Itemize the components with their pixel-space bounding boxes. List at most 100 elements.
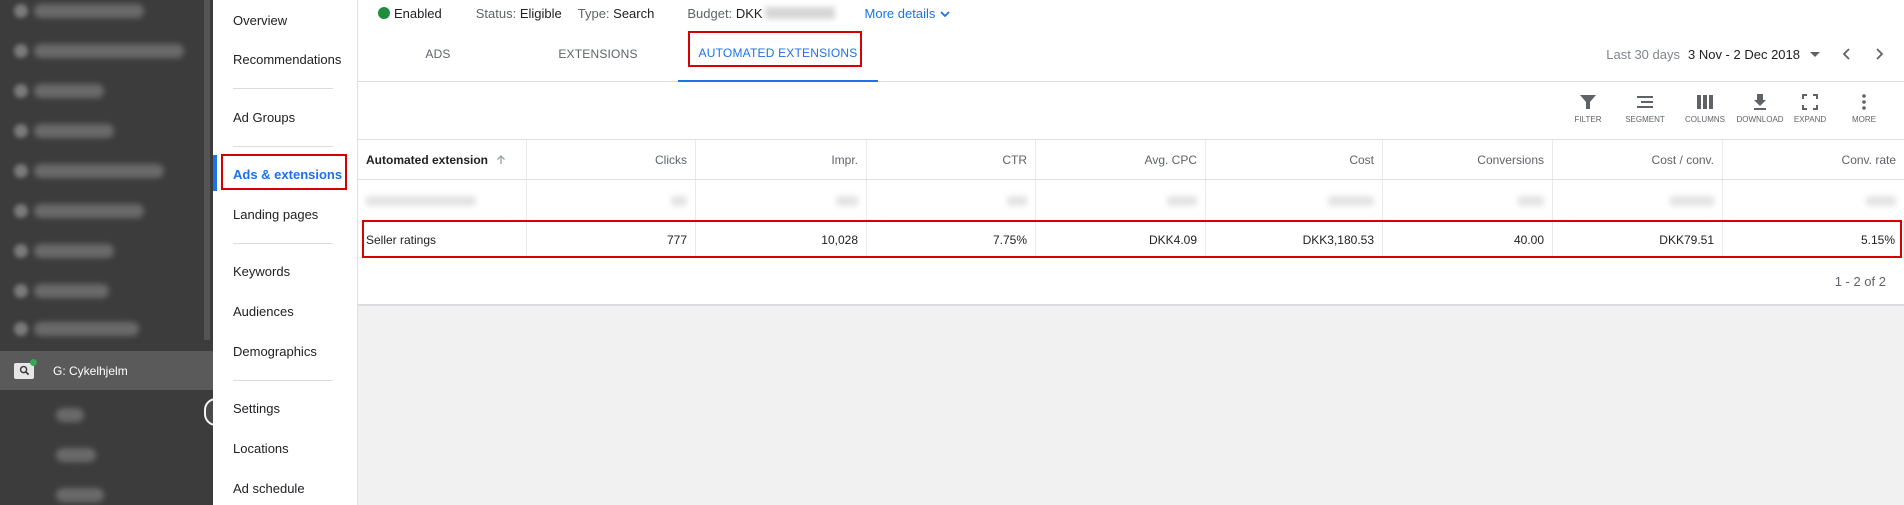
more-button[interactable]: MORE (1834, 92, 1894, 124)
page-menu-demographics[interactable]: Demographics (233, 344, 317, 359)
blurred-value (366, 195, 476, 206)
blurred-adgroup-item[interactable] (56, 448, 96, 462)
page-menu-audiences[interactable]: Audiences (233, 304, 294, 319)
blurred-campaign-item[interactable] (34, 124, 114, 138)
type-value: Search (613, 5, 655, 21)
date-range-picker[interactable]: Last 30 days 3 Nov - 2 Dec 2018 (1606, 26, 1904, 82)
page-menu-landing-pages[interactable]: Landing pages (233, 207, 318, 222)
column-header-automated-extension[interactable]: Automated extension (358, 140, 527, 179)
page-menu-locations[interactable]: Locations (233, 441, 289, 456)
column-header-conversions[interactable]: Conversions (1383, 140, 1553, 179)
table-pagination: 1 - 2 of 2 (358, 258, 1904, 306)
page-menu-keywords[interactable]: Keywords (233, 264, 290, 279)
tab-extensions[interactable]: EXTENSIONS (518, 26, 678, 82)
page-menu-ad-schedule[interactable]: Ad schedule (233, 481, 305, 496)
page-menu-settings[interactable]: Settings (233, 401, 280, 416)
enabled-dot-icon (378, 6, 390, 19)
column-header-ctr[interactable]: CTR (867, 140, 1036, 179)
type-info: Type: Search (578, 6, 655, 21)
automated-extensions-table: Automated extension Clicks Impr. CTR Avg… (358, 140, 1904, 306)
blurred-value (836, 195, 858, 206)
column-header-avg-cpc[interactable]: Avg. CPC (1036, 140, 1206, 179)
segment-label: SEGMENT (1625, 115, 1665, 124)
blurred-value (1670, 195, 1714, 206)
filter-icon (1580, 95, 1596, 109)
campaign-status-bar: Enabled Status: Eligible Type: Search Bu… (358, 0, 1904, 26)
page-menu-recommendations[interactable]: Recommendations (233, 52, 341, 67)
blurred-budget-amount (764, 6, 835, 19)
campaign-name: G: Cykelhjelm (53, 363, 128, 378)
table-row-blurred[interactable] (358, 180, 1904, 222)
column-header-impr[interactable]: Impr. (696, 140, 867, 179)
page-menu-ad-groups[interactable]: Ad Groups (233, 110, 295, 125)
segment-icon (1637, 96, 1653, 108)
date-range-label: Last 30 days (1606, 46, 1680, 62)
blurred-campaign-icon (14, 44, 28, 58)
sort-ascending-icon (497, 154, 505, 164)
download-icon (1754, 94, 1766, 110)
blurred-value (1866, 195, 1896, 206)
columns-button[interactable]: COLUMNS (1675, 92, 1735, 124)
blurred-campaign-item[interactable] (34, 44, 184, 58)
account-navigation: G: Cykelhjelm (0, 0, 213, 505)
filter-label: FILTER (1574, 115, 1602, 124)
active-indicator (213, 155, 217, 191)
status-info: Status: Eligible (476, 6, 562, 21)
next-period-icon[interactable] (1872, 47, 1886, 61)
status-label: Status: (475, 5, 517, 21)
blurred-adgroup-item[interactable] (56, 408, 84, 422)
campaign-item-selected[interactable]: G: Cykelhjelm (0, 351, 213, 390)
blurred-campaign-item[interactable] (34, 84, 104, 98)
table-header-row: Automated extension Clicks Impr. CTR Avg… (358, 140, 1904, 180)
search-campaign-icon (14, 358, 37, 379)
blurred-campaign-item[interactable] (34, 164, 164, 178)
blurred-cell (696, 180, 867, 221)
date-range-value: 3 Nov - 2 Dec 2018 (1687, 46, 1800, 62)
column-header-conv-rate[interactable]: Conv. rate (1723, 140, 1904, 179)
blurred-campaign-item[interactable] (34, 284, 109, 298)
menu-divider (233, 380, 333, 381)
blurred-cell (1723, 180, 1904, 221)
blurred-campaign-item[interactable] (34, 204, 144, 218)
blurred-campaign-icon (14, 124, 28, 138)
blurred-campaign-icon (14, 164, 28, 178)
blurred-value (1518, 195, 1544, 206)
dropdown-caret-icon[interactable] (1810, 51, 1820, 57)
column-header-cost[interactable]: Cost (1206, 140, 1383, 179)
previous-period-icon[interactable] (1840, 47, 1854, 61)
highlight-box (362, 220, 1902, 258)
blurred-campaign-icon (14, 244, 28, 258)
blurred-value (1007, 195, 1027, 206)
blurred-adgroup-item[interactable] (56, 488, 104, 502)
enabled-status-dot (30, 358, 37, 366)
blurred-campaign-item[interactable] (34, 322, 139, 336)
table-toolbar: FILTER SEGMENT COLUMNS DOWNLOAD EXPAND M… (358, 82, 1904, 140)
column-header-cost-per-conv[interactable]: Cost / conv. (1553, 140, 1723, 179)
main-content: Enabled Status: Eligible Type: Search Bu… (358, 0, 1904, 505)
segment-button[interactable]: SEGMENT (1615, 92, 1675, 124)
blurred-value (1167, 195, 1197, 206)
expand-label: EXPAND (1793, 115, 1827, 124)
blurred-campaign-icon (14, 4, 28, 18)
blurred-cell (1383, 180, 1553, 221)
pagination-label: 1 - 2 of 2 (1834, 273, 1886, 289)
tab-ads[interactable]: ADS (358, 26, 518, 82)
nav-scrollbar[interactable] (204, 0, 210, 340)
menu-divider (233, 146, 333, 147)
more-details-link[interactable]: More details (865, 6, 952, 21)
enabled-status[interactable]: Enabled (378, 6, 442, 21)
filter-button[interactable]: FILTER (1558, 92, 1618, 124)
page-menu-overview[interactable]: Overview (233, 13, 287, 28)
column-header-clicks[interactable]: Clicks (527, 140, 696, 179)
expand-button[interactable]: EXPAND (1780, 92, 1840, 124)
blurred-cell (1206, 180, 1383, 221)
more-vert-icon (1862, 94, 1866, 110)
download-label: DOWNLOAD (1736, 115, 1784, 124)
budget-value: DKK (735, 5, 763, 21)
page-menu: Overview Recommendations Ad Groups Ads &… (213, 0, 358, 505)
more-details-label: More details (864, 5, 936, 21)
blurred-campaign-item[interactable] (34, 4, 144, 18)
blurred-campaign-icon (14, 204, 28, 218)
table-row-seller-ratings[interactable]: Seller ratings 777 10,028 7.75% DKK4.09 … (358, 220, 1904, 258)
blurred-campaign-item[interactable] (34, 244, 114, 258)
